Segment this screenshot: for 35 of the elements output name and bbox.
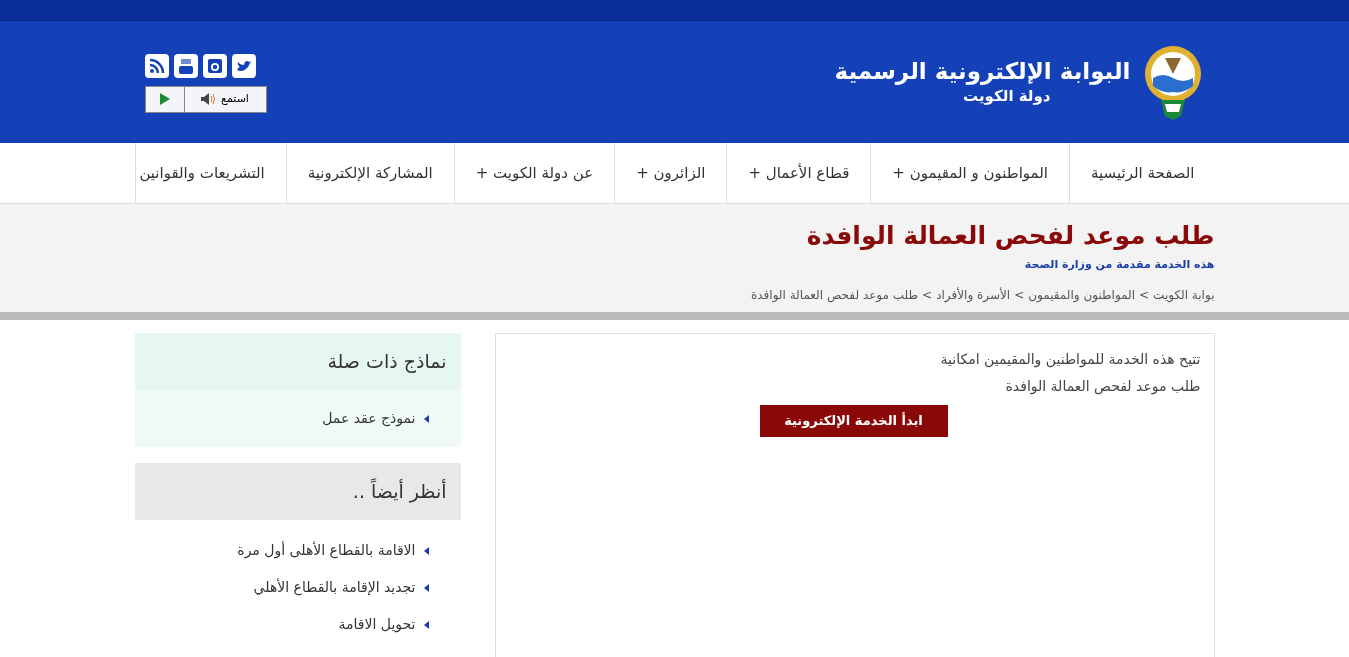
bullet-icon	[423, 414, 429, 423]
bullet-icon	[423, 546, 429, 555]
description-text: طلب موعد لفحص العمالة الوافدة	[1005, 377, 1201, 397]
bullet-icon	[423, 620, 429, 629]
sidebar-link[interactable]: تجديد الإقامة بالقطاع الأهلي	[134, 569, 461, 606]
breadcrumb-separator: >	[922, 286, 933, 304]
sidebar-heading: أنظر أيضاً ..	[134, 463, 461, 520]
breadcrumb-link[interactable]: المواطنون والمقيمون	[1028, 285, 1136, 304]
sidebar-heading: نماذج ذات صلة	[134, 333, 461, 390]
nav-item[interactable]: المواطنون و المقيمون +	[871, 143, 1070, 203]
nav-item[interactable]: التشريعات والقوانين	[118, 143, 287, 203]
page-title: طلب موعد لفحص العمالة الوافدة	[806, 220, 1215, 252]
twitter-icon[interactable]	[231, 53, 256, 78]
play-icon	[159, 93, 170, 105]
bullet-icon	[423, 583, 429, 592]
breadcrumb-link[interactable]: طلب موعد لفحص العمالة الوافدة	[750, 285, 919, 304]
nav-item[interactable]: قطاع الأعمال +	[727, 143, 872, 203]
breadcrumb-separator: >	[1014, 286, 1025, 304]
instagram-icon[interactable]	[202, 53, 227, 78]
sidebar-link[interactable]: الاقامة بالقطاع الأهلى أول مرة	[134, 532, 461, 569]
description-text: تتيح هذه الخدمة للمواطنين والمقيمين امكانية	[940, 350, 1201, 370]
nav-item[interactable]: عن دولة الكويت +	[454, 143, 616, 203]
breadcrumb-link[interactable]: بوابة الكويت	[1153, 285, 1215, 304]
country-name: دولة الكويت	[963, 89, 1051, 104]
provider-text: هذه الخدمة مقدمة من وزارة الصحة	[1024, 257, 1215, 274]
breadcrumb-link[interactable]: الأسرة والأفراد	[936, 285, 1011, 304]
nav-item[interactable]: الزائرون +	[615, 143, 728, 203]
nav-item[interactable]: المشاركة الإلكترونية	[286, 143, 455, 203]
portal-title: البوابة الإلكترونية الرسمية	[834, 60, 1131, 83]
nav-item[interactable]: الصفحة الرئيسية	[1070, 143, 1215, 203]
sidebar-link[interactable]: تحويل الاقامة	[134, 606, 461, 643]
speaker-icon	[201, 93, 218, 105]
breadcrumb-separator: >	[1139, 286, 1150, 304]
rss-icon[interactable]	[144, 53, 169, 78]
start-service-button[interactable]: ابدأ الخدمة الإلكترونية	[759, 405, 948, 437]
